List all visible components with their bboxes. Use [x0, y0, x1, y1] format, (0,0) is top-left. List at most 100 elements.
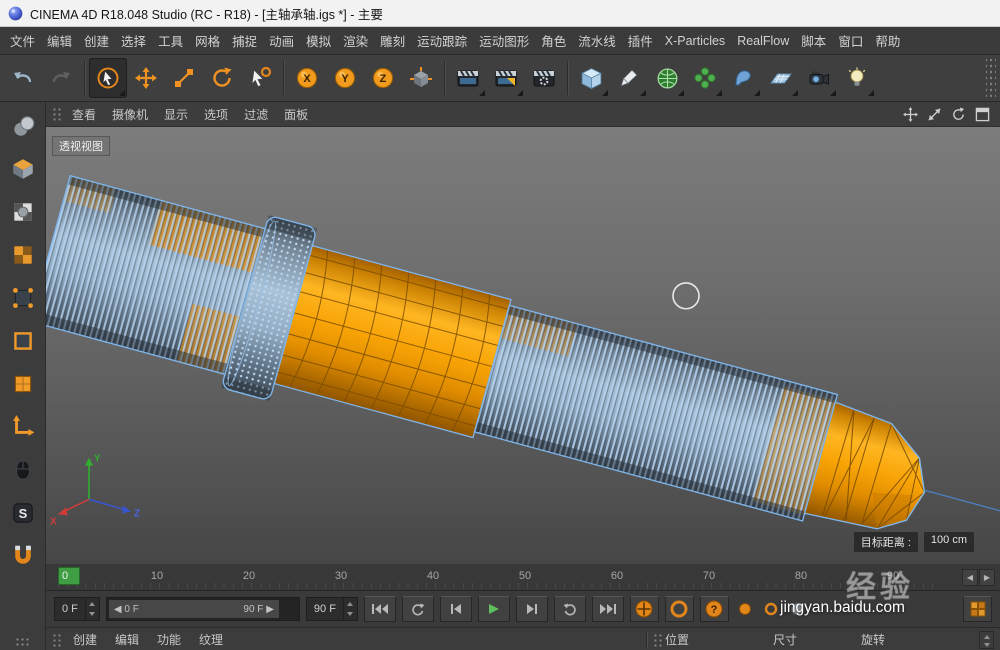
- materials-menu-create[interactable]: 创建: [64, 628, 106, 650]
- materials-menu-texture[interactable]: 纹理: [190, 628, 232, 650]
- enable-axis-button[interactable]: [5, 409, 41, 445]
- menu-character[interactable]: 角色: [535, 27, 572, 54]
- record-scale-toggle[interactable]: [761, 599, 781, 619]
- current-frame-stepper[interactable]: [85, 598, 99, 620]
- lock-z-axis-button[interactable]: Z: [364, 58, 402, 98]
- move-tool-button[interactable]: [127, 58, 165, 98]
- viewport-solo-button[interactable]: [5, 452, 41, 488]
- menu-plugins[interactable]: 插件: [622, 27, 659, 54]
- coordinates-panel-grip[interactable]: [653, 633, 663, 647]
- timeline-ruler[interactable]: 0 10 20 30 40 50 60 70 80 90 ◀ ▶: [46, 564, 1000, 591]
- timeline-scroll-left-button[interactable]: ◀: [962, 569, 978, 586]
- materials-panel-grip[interactable]: [52, 633, 62, 647]
- menu-simulate[interactable]: 模拟: [300, 27, 337, 54]
- workplane-mode-button[interactable]: [5, 237, 41, 273]
- end-frame-field[interactable]: 90 F: [306, 597, 358, 621]
- menu-sculpt[interactable]: 雕刻: [374, 27, 411, 54]
- lock-y-axis-button[interactable]: Y: [326, 58, 364, 98]
- vp-menu-options[interactable]: 选项: [196, 102, 236, 126]
- menu-edit[interactable]: 编辑: [41, 27, 78, 54]
- rotate-tool-button[interactable]: [203, 58, 241, 98]
- coord-stepper[interactable]: [979, 631, 994, 649]
- timeline-scroll-right-button[interactable]: ▶: [979, 569, 995, 586]
- menu-file[interactable]: 文件: [4, 27, 41, 54]
- last-used-tool-button[interactable]: [241, 58, 279, 98]
- menu-select[interactable]: 选择: [115, 27, 152, 54]
- edit-render-settings-button[interactable]: [525, 58, 563, 98]
- current-frame-field[interactable]: 0 F: [54, 597, 100, 621]
- record-position-toggle[interactable]: [735, 599, 755, 619]
- scale-tool-button[interactable]: [165, 58, 203, 98]
- array-generator-button[interactable]: [686, 58, 724, 98]
- vp-menu-filter[interactable]: 过滤: [236, 102, 276, 126]
- menu-mesh[interactable]: 网格: [189, 27, 226, 54]
- enable-snap-button[interactable]: S: [5, 495, 41, 531]
- floor-environment-button[interactable]: [762, 58, 800, 98]
- edges-mode-button[interactable]: [5, 323, 41, 359]
- record-keyframe-button[interactable]: [630, 596, 659, 622]
- menu-motion-tracker[interactable]: 运动跟踪: [411, 27, 473, 54]
- rotate-view-icon[interactable]: [951, 107, 966, 122]
- vp-menu-panel[interactable]: 面板: [276, 102, 316, 126]
- play-forward-button[interactable]: [478, 596, 510, 622]
- lock-x-axis-button[interactable]: X: [288, 58, 326, 98]
- menu-script[interactable]: 脚本: [795, 27, 832, 54]
- vp-menu-display[interactable]: 显示: [156, 102, 196, 126]
- pan-view-icon[interactable]: [903, 107, 918, 122]
- undo-button[interactable]: [4, 58, 42, 98]
- toggle-view-icon[interactable]: [975, 107, 990, 122]
- menu-help[interactable]: 帮助: [869, 27, 906, 54]
- materials-menu-function[interactable]: 功能: [148, 628, 190, 650]
- render-to-picture-viewer-button[interactable]: [487, 58, 525, 98]
- previous-frame-button[interactable]: [440, 596, 472, 622]
- vp-menu-camera[interactable]: 摄像机: [104, 102, 156, 126]
- viewport-canvas[interactable]: Y X Z 透视视图 目标距离 : 100 cm: [46, 127, 1000, 564]
- freehand-spline-button[interactable]: [610, 58, 648, 98]
- add-cube-primitive-button[interactable]: [572, 58, 610, 98]
- keying-help-button[interactable]: ?: [700, 596, 729, 622]
- autokeying-button[interactable]: [665, 596, 694, 622]
- menu-realflow[interactable]: RealFlow: [731, 27, 795, 54]
- camera-button[interactable]: [800, 58, 838, 98]
- menu-snap[interactable]: 捕捉: [226, 27, 263, 54]
- go-to-end-button[interactable]: [592, 596, 624, 622]
- next-frame-button[interactable]: [516, 596, 548, 622]
- menu-window[interactable]: 窗口: [832, 27, 869, 54]
- redo-button[interactable]: [42, 58, 80, 98]
- vp-menu-view[interactable]: 查看: [64, 102, 104, 126]
- sidebar-dock-grip[interactable]: [15, 637, 31, 647]
- coordinate-system-button[interactable]: [402, 58, 440, 98]
- toolbar-dock-grip[interactable]: [986, 59, 996, 97]
- go-to-start-button[interactable]: [364, 596, 396, 622]
- zoom-view-icon[interactable]: [927, 107, 942, 122]
- content-browser-button[interactable]: [963, 596, 992, 622]
- subdivision-surface-button[interactable]: [648, 58, 686, 98]
- bearing-shaft-object[interactable]: [46, 162, 1000, 564]
- menu-xparticles[interactable]: X-Particles: [659, 27, 731, 54]
- light-button[interactable]: [838, 58, 876, 98]
- menu-render[interactable]: 渲染: [337, 27, 374, 54]
- preview-range-slider[interactable]: ◀ 0 F 90 F ▶: [106, 597, 300, 621]
- menu-animate[interactable]: 动画: [263, 27, 300, 54]
- points-mode-button[interactable]: [5, 280, 41, 316]
- viewport-3d-scene[interactable]: Y X Z: [46, 127, 1000, 564]
- convert-object-button[interactable]: [5, 108, 41, 144]
- render-view-button[interactable]: [449, 58, 487, 98]
- materials-menu-edit[interactable]: 编辑: [106, 628, 148, 650]
- magnet-snap-button[interactable]: [5, 538, 41, 574]
- menu-pipeline[interactable]: 流水线: [572, 27, 622, 54]
- menu-tools[interactable]: 工具: [152, 27, 189, 54]
- loop-forward-button[interactable]: [554, 596, 586, 622]
- record-rotation-toggle[interactable]: [787, 599, 807, 619]
- model-mode-button[interactable]: [5, 151, 41, 187]
- preview-range-bar[interactable]: ◀ 0 F 90 F ▶: [109, 600, 279, 618]
- viewport-menu-grip[interactable]: [52, 107, 62, 121]
- end-frame-stepper[interactable]: [343, 598, 357, 620]
- menu-create[interactable]: 创建: [78, 27, 115, 54]
- play-backward-loop-button[interactable]: [402, 596, 434, 622]
- polygons-mode-button[interactable]: [5, 366, 41, 402]
- live-selection-button[interactable]: [89, 58, 127, 98]
- deformer-button[interactable]: [724, 58, 762, 98]
- menu-mograph[interactable]: 运动图形: [473, 27, 535, 54]
- texture-mode-button[interactable]: [5, 194, 41, 230]
